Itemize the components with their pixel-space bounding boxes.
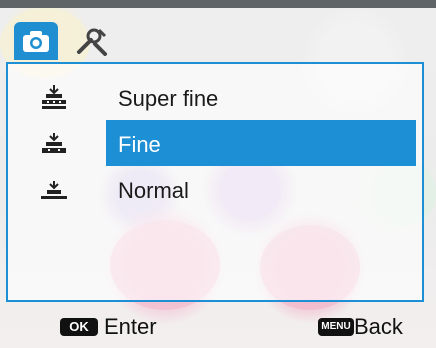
quality-fine-icon [42, 133, 66, 153]
menu-item-fine[interactable]: Fine [8, 120, 422, 166]
back-hint: Back [354, 314, 403, 339]
tab-camera[interactable] [14, 22, 58, 60]
camera-icon [23, 31, 49, 52]
menu-item-label: Super fine [118, 86, 219, 111]
menu-key[interactable]: MENU [318, 318, 354, 336]
quality-normal-icon [41, 181, 67, 199]
ok-key[interactable]: OK [60, 318, 98, 336]
quality-menu-panel: Super fine Fine Normal [6, 62, 424, 302]
tab-tools[interactable] [70, 22, 114, 60]
menu-item-label: Normal [118, 178, 189, 203]
enter-hint: Enter [104, 314, 157, 339]
menu-item-normal[interactable]: Normal [8, 166, 422, 212]
quality-super-fine-icon [42, 85, 66, 109]
menu-item-super-fine[interactable]: Super fine [8, 74, 422, 120]
footer-hints: OK Enter MENU Back [0, 308, 436, 344]
tools-icon [77, 28, 107, 56]
menu-item-label: Fine [118, 132, 161, 157]
top-bar [0, 0, 436, 8]
